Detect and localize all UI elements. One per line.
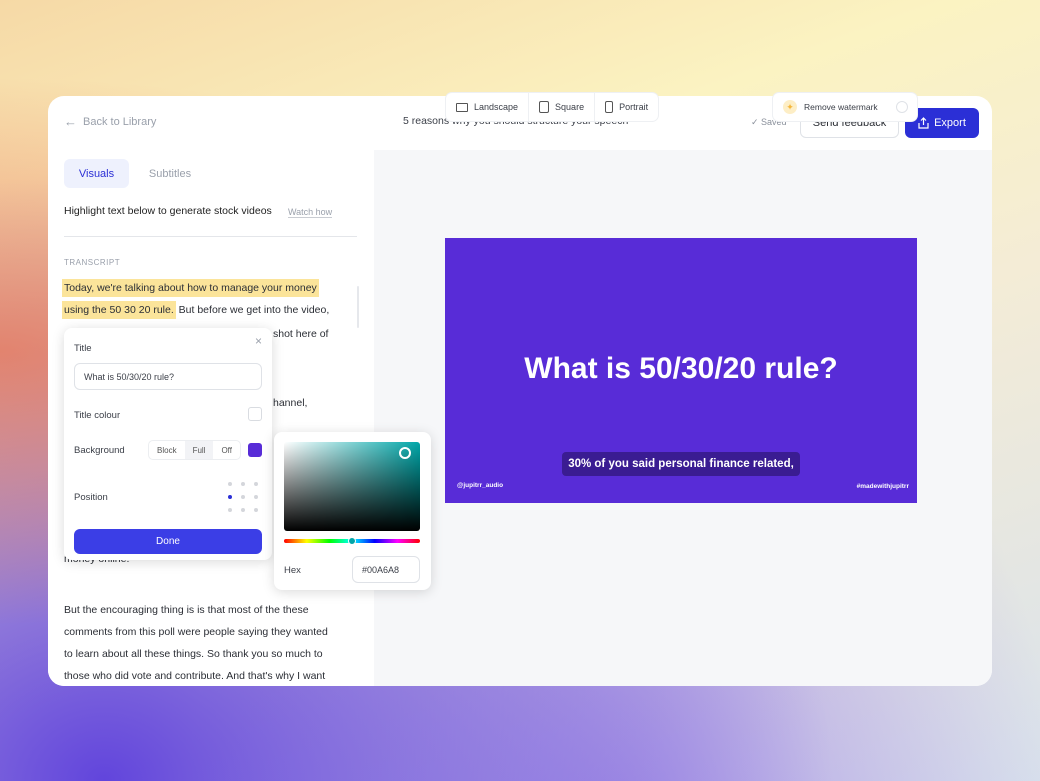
hex-input[interactable]: #00A6A8 — [352, 556, 420, 583]
tab-visuals[interactable]: Visuals — [64, 159, 129, 188]
highlighted-text[interactable]: Today, we're talking about how to manage… — [62, 279, 319, 297]
bg-option-full[interactable]: Full — [184, 441, 214, 459]
title-label: Title — [74, 343, 92, 354]
scrollbar[interactable] — [357, 286, 359, 328]
background-label: Background — [74, 445, 125, 456]
transcript-line[interactable]: using the 50 30 20 rule. But before we g… — [62, 301, 329, 319]
transcript-fragment: shot here of — [273, 328, 329, 340]
slide-caption: 30% of you said personal finance related… — [562, 452, 800, 476]
format-portrait[interactable]: Portrait — [595, 93, 658, 121]
slide-handle: @jupitrr_audio — [457, 482, 504, 489]
done-button[interactable]: Done — [74, 529, 262, 554]
transcript-fragment: hannel, — [273, 397, 308, 409]
video-preview[interactable]: What is 50/30/20 rule? 30% of you said p… — [445, 238, 917, 503]
format-landscape[interactable]: Landscape — [446, 93, 530, 121]
format-square[interactable]: Square — [529, 93, 596, 121]
phone-icon — [605, 101, 614, 113]
position-label: Position — [74, 492, 108, 503]
color-picker: Hex #00A6A8 — [274, 432, 431, 590]
transcript-line: those who did vote and contribute. And t… — [64, 670, 326, 682]
sparkle-icon: ✦ — [783, 100, 797, 114]
tab-subtitles[interactable]: Subtitles — [138, 159, 202, 188]
transcript-line: to learn about all these things. So than… — [64, 648, 323, 660]
hue-handle[interactable] — [348, 537, 356, 545]
transcript-line[interactable]: Today, we're talking about how to manage… — [62, 279, 319, 297]
tablet-icon — [539, 101, 550, 113]
watch-how-link[interactable]: Watch how — [288, 207, 333, 218]
title-input[interactable]: What is 50/30/20 rule? — [74, 363, 262, 390]
transcript-line: But the encouraging thing is is that mos… — [64, 604, 309, 616]
title-colour-swatch[interactable] — [248, 407, 262, 421]
transcript-label: TRANSCRIPT — [64, 258, 121, 267]
highlighted-text[interactable]: using the 50 30 20 rule. — [62, 301, 176, 319]
remove-watermark-toggle[interactable]: ✦ Remove watermark — [773, 93, 917, 121]
upload-icon — [918, 117, 929, 129]
close-icon[interactable]: × — [255, 334, 262, 348]
title-settings-popover: × Title What is 50/30/20 rule? Title col… — [64, 328, 272, 560]
title-colour-label: Title colour — [74, 410, 121, 421]
back-to-library-link[interactable]: ← Back to Library — [64, 114, 156, 129]
format-selector: Landscape Square Portrait — [446, 93, 659, 121]
hint-text: Highlight text below to generate stock v… — [64, 205, 272, 217]
arrow-left-icon: ← — [64, 114, 77, 129]
background-colour-swatch[interactable] — [248, 443, 262, 457]
check-icon: ✓ — [751, 117, 762, 127]
hex-label: Hex — [284, 565, 301, 576]
divider — [64, 236, 357, 237]
slide-watermark: #madewithjupitrr — [856, 483, 909, 490]
bg-option-block[interactable]: Block — [149, 441, 185, 459]
transcript-line: comments from this poll were people sayi… — [64, 626, 328, 638]
color-handle[interactable] — [399, 447, 411, 459]
monitor-icon — [456, 102, 468, 112]
slide-title: What is 50/30/20 rule? — [524, 352, 838, 385]
toggle-circle[interactable] — [896, 101, 908, 113]
bg-option-off[interactable]: Off — [213, 441, 240, 459]
background-segmented-control: Block Full Off — [148, 440, 241, 460]
